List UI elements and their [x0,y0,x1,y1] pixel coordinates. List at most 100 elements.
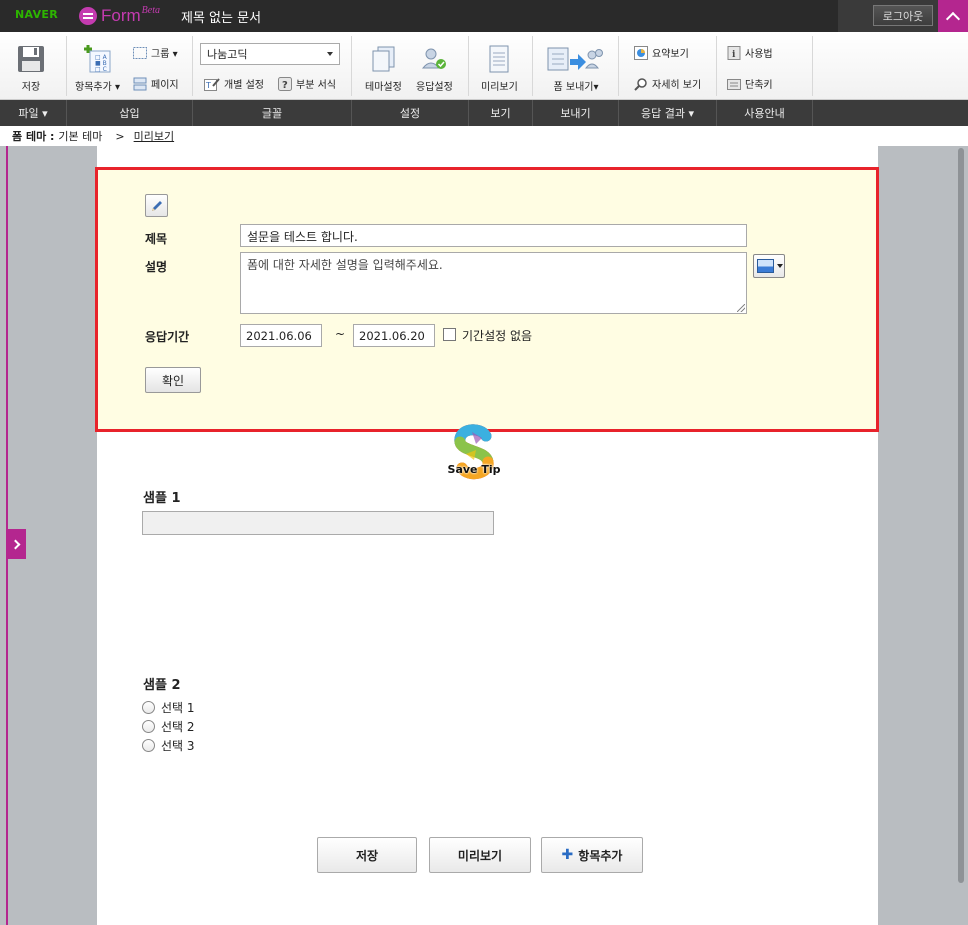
document-title[interactable]: 제목 없는 문서 [181,7,261,26]
savetip-text: Save Tip [447,463,501,476]
preview-ribbon-label: 미리보기 [481,82,518,93]
magnifier-icon [634,77,647,91]
form-logo[interactable]: Form Beta [79,4,160,26]
description-label: 설명 [145,260,168,274]
response-setting-button[interactable]: 응답설정 [416,44,453,93]
radio-option[interactable]: 선택 2 [142,718,195,735]
breadcrumb-separator: > [115,129,125,143]
chevron-down-icon [777,264,783,268]
form-header-editor: 제목 설문을 테스트 합니다. 설명 폼에 대한 자세한 설명을 입력해주세요.… [95,167,879,432]
partial-format-button[interactable]: ? 부분 서식 [278,76,336,91]
chevron-up-icon [945,11,961,26]
top-bar: NAVER Form Beta 제목 없는 문서 로그아웃 [0,0,968,32]
description-textarea[interactable]: 폼에 대한 자세한 설명을 입력해주세요. [240,252,747,314]
resize-grip-icon[interactable] [737,304,745,312]
individual-setting-button[interactable]: T 개별 설정 [204,76,264,91]
ribbon-divider [532,36,533,96]
ribbon-divider [812,36,813,96]
font-select-value: 나눔고딕 [207,48,248,61]
add-item-button-label: 항목추가 [578,848,623,863]
add-item-button[interactable]: ✚ 항목추가 [541,837,643,873]
beta-badge: Beta [141,4,160,16]
users-check-icon [422,48,447,69]
breadcrumb: 폼 테마 : 기본 테마 > 미리보기 [0,126,968,146]
edit-button[interactable] [145,194,168,217]
detail-view-label: 자세히 보기 [652,80,702,91]
title-input[interactable]: 설문을 테스트 합니다. [240,224,747,247]
send-form-label: 폼 보내기▾ [553,82,599,93]
breadcrumb-label: 폼 테마 : [12,130,55,143]
no-period-label: 기간설정 없음 [462,329,533,343]
short-answer-input[interactable] [142,511,494,535]
radio-option[interactable]: 선택 1 [142,699,195,716]
svg-text:?: ? [282,80,288,91]
response-setting-label: 응답설정 [416,82,453,93]
save-ribbon-button[interactable]: 저장 [16,44,46,93]
breadcrumb-current[interactable]: 미리보기 [134,128,174,144]
ribbon-divider [351,36,352,96]
ribbon-divider [66,36,67,96]
group-ribbon-button[interactable]: 그룹 ▾ [133,45,178,60]
keyboard-icon [727,78,741,90]
summary-view-button[interactable]: 요약보기 [634,45,689,60]
pie-chart-icon [634,45,648,60]
radio-option[interactable]: 선택 3 [142,737,195,754]
howto-button[interactable]: i 사용법 [727,45,773,60]
summary-view-label: 요약보기 [652,49,689,60]
settings-group-label: 설정 [352,100,469,126]
partial-format-label: 부분 서식 [296,80,336,91]
font-group-label: 글꼴 [193,100,352,126]
form-logo-icon [79,7,97,25]
floppy-disk-icon [18,46,44,72]
question-title[interactable]: 샘플 1 [143,487,181,506]
no-period-checkbox[interactable] [443,328,456,341]
detail-view-button[interactable]: 자세히 보기 [634,76,701,91]
radio-button[interactable] [142,701,155,714]
ribbon-divider [716,36,717,96]
question-icon: ? [278,76,292,91]
send-form-button[interactable]: 폼 보내기▾ [546,44,606,93]
collapse-ribbon-button[interactable] [938,0,968,32]
form-logo-text: Form [101,6,141,25]
radio-button[interactable] [142,739,155,752]
add-item-icon: □ A ■ B □ C [83,45,110,73]
naver-logo[interactable]: NAVER [15,8,58,21]
save-ribbon-label: 저장 [21,82,41,93]
svg-text:T: T [205,81,211,90]
image-icon [757,259,774,273]
save-button[interactable]: 저장 [317,837,417,873]
add-item-ribbon-button[interactable]: □ A ■ B □ C 항목추가 ▾ [75,44,120,93]
title-label: 제목 [145,232,168,246]
insert-group-label: 삽입 [67,100,193,126]
results-menu[interactable]: 응답 결과 ▾ [619,100,717,126]
ribbon-divider [192,36,193,96]
page-ribbon-button[interactable]: 페이지 [133,76,179,91]
chevron-right-icon [10,539,20,549]
radio-button[interactable] [142,720,155,733]
radio-option-label: 선택 3 [161,739,195,753]
question-title[interactable]: 샘플 2 [143,674,181,693]
info-book-icon: i [727,45,741,60]
radio-option-label: 선택 1 [161,701,195,715]
start-date-input[interactable]: 2021.06.06 [240,324,322,347]
preview-ribbon-button[interactable]: 미리보기 [481,44,518,93]
logout-button[interactable]: 로그아웃 [873,5,933,26]
side-panel-toggle[interactable] [7,529,26,559]
send-group-label: 보내기 [533,100,619,126]
savetip-watermark: Save Tip [446,424,506,484]
preview-button[interactable]: 미리보기 [429,837,531,873]
font-select[interactable]: 나눔고딕 [200,43,340,65]
view-group-label: 보기 [469,100,533,126]
file-menu[interactable]: 파일 ▾ [0,100,67,126]
ribbon-group-labels: 파일 ▾ 삽입 글꼴 설정 보기 보내기 응답 결과 ▾ 사용안내 [0,100,968,126]
theme-setting-button[interactable]: 테마설정 [365,44,402,93]
header-image-button[interactable] [753,254,785,278]
breadcrumb-theme-link[interactable]: 기본 테마 [58,128,102,144]
shortcut-button[interactable]: 단축키 [727,76,773,91]
end-date-input[interactable]: 2021.06.20 [353,324,435,347]
group-ribbon-label: 그룹 ▾ [151,49,178,60]
vertical-scrollbar[interactable] [958,148,964,883]
confirm-button[interactable]: 확인 [145,367,201,393]
date-range-separator: ~ [335,327,346,341]
chevron-down-icon [327,52,333,56]
